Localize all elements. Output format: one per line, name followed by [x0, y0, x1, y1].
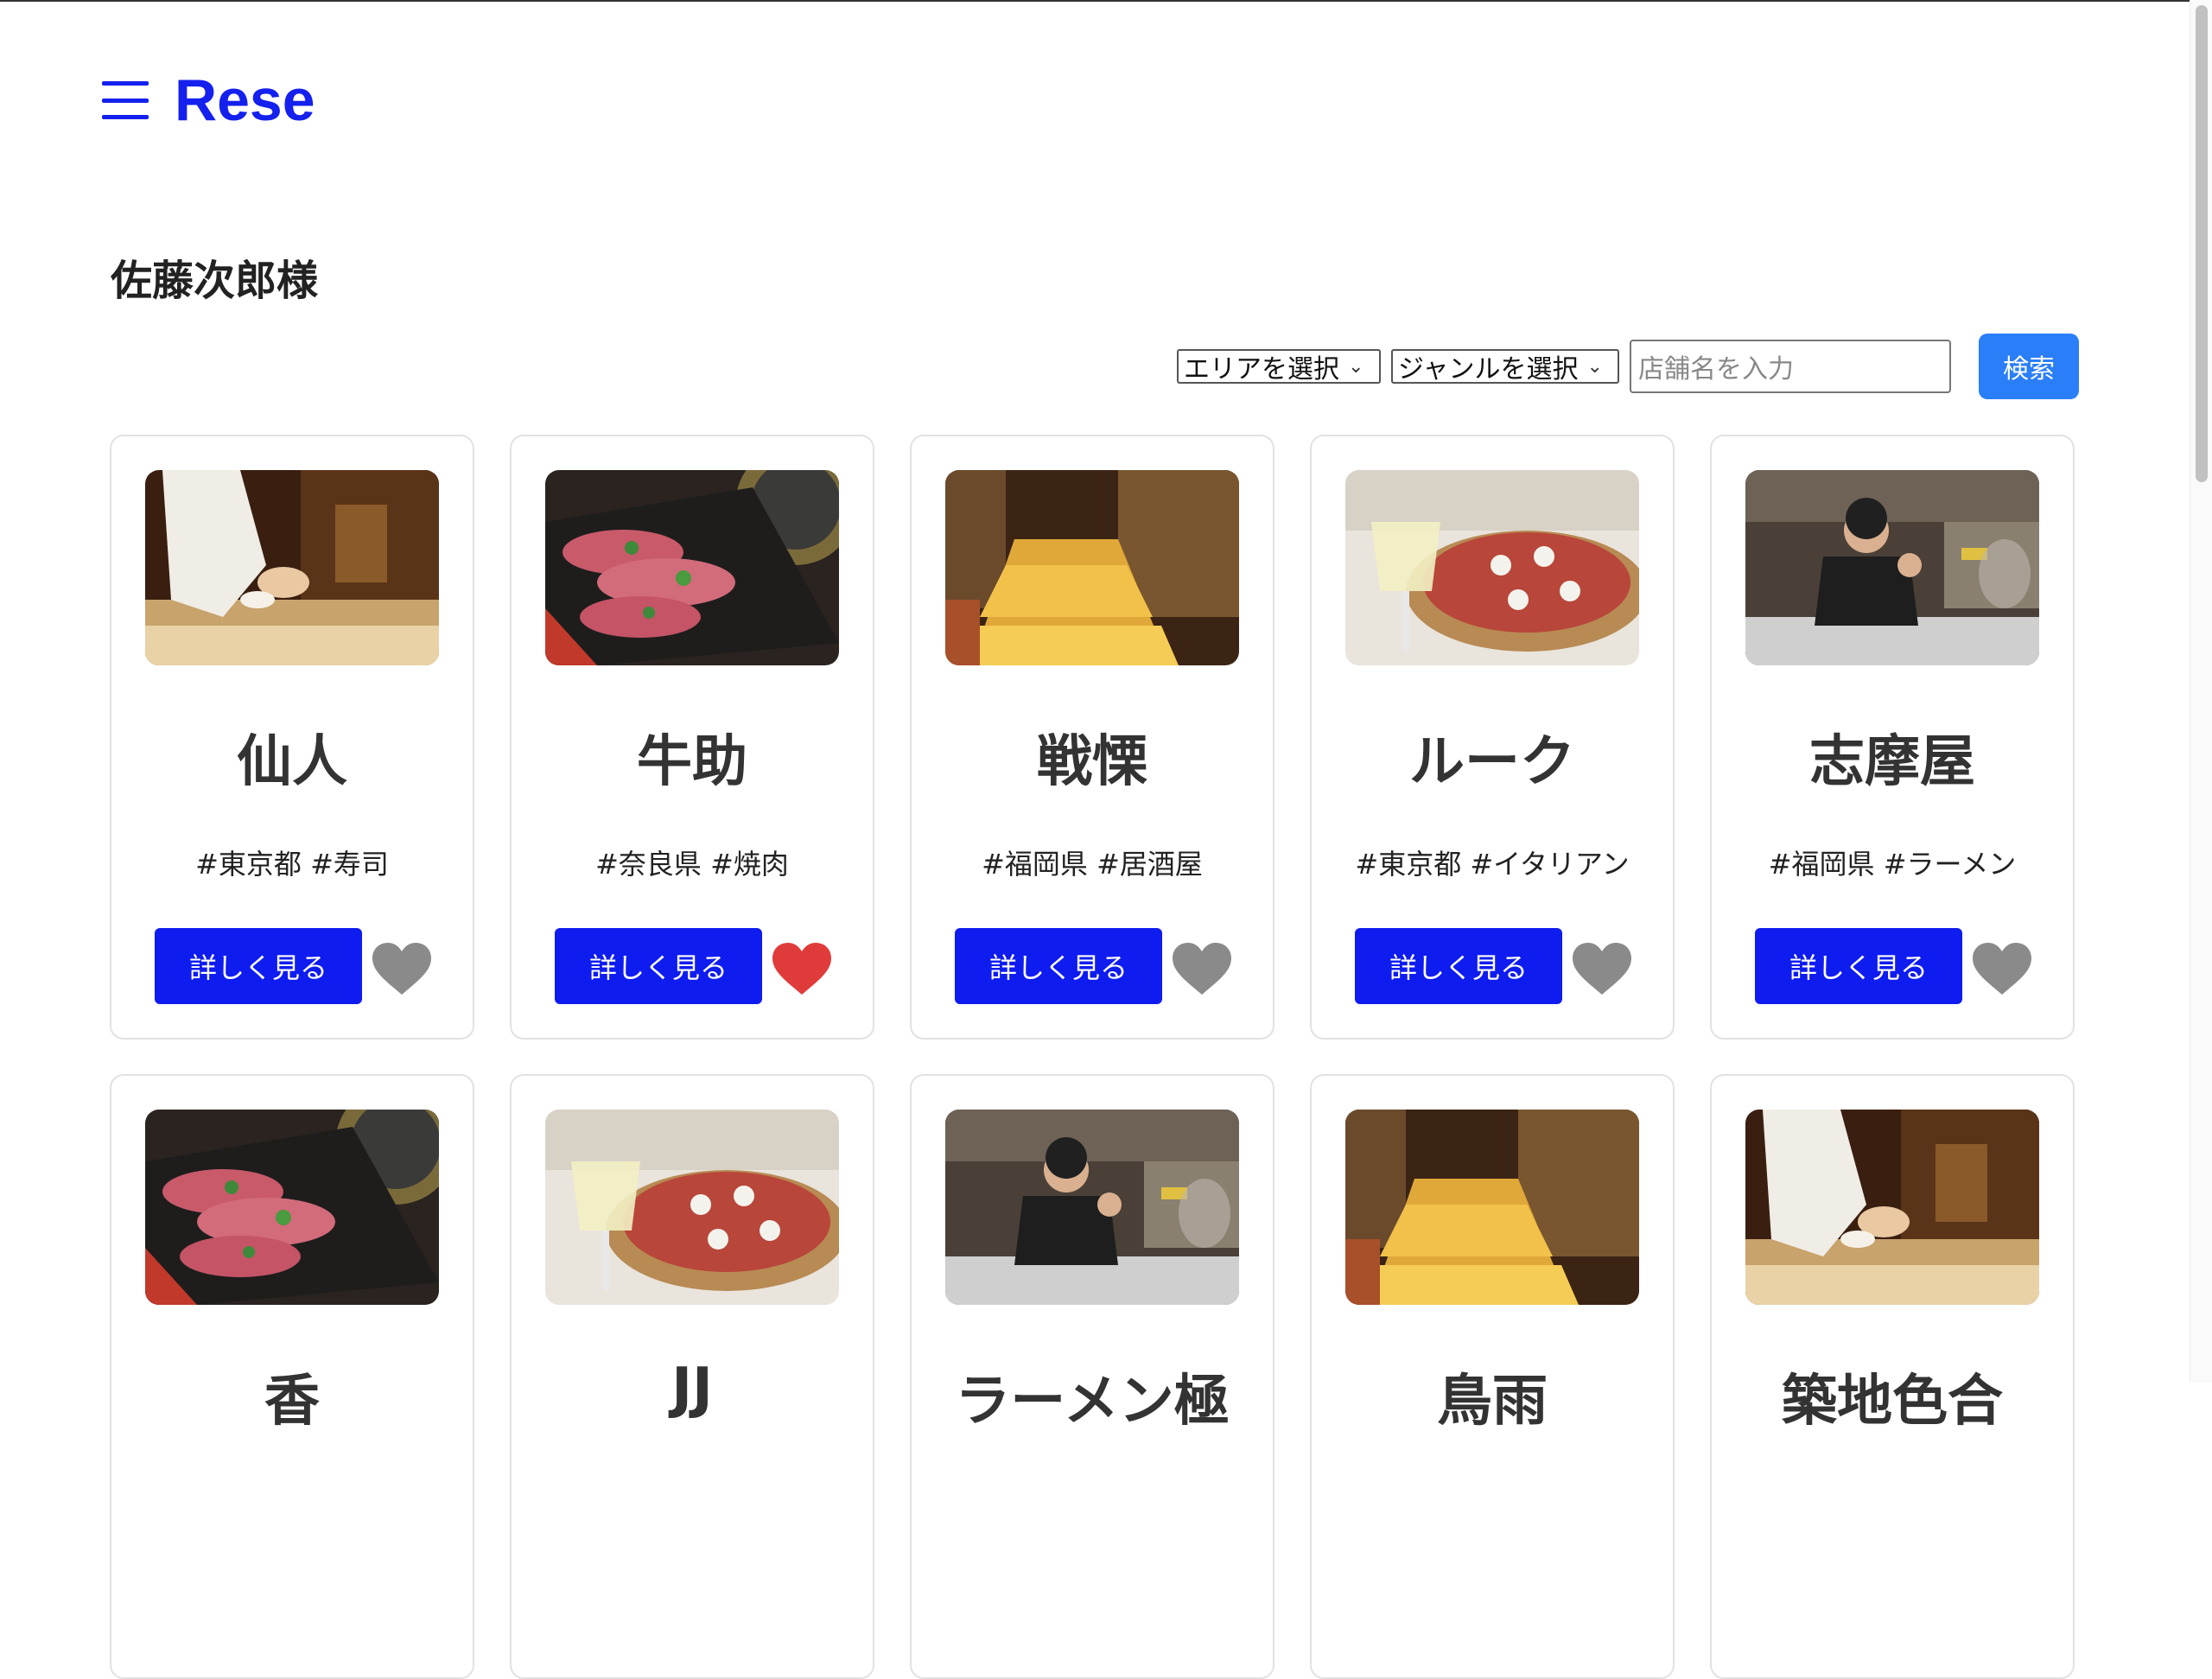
user-greeting: 佐藤次郎様	[111, 257, 319, 305]
favorite-heart-icon[interactable]	[771, 941, 833, 996]
favorite-heart-icon[interactable]	[1971, 941, 2033, 996]
shop-tags: #福岡県 #居酒屋	[982, 848, 1203, 881]
vertical-scrollbar[interactable]	[2190, 0, 2212, 1383]
shop-image	[145, 1110, 439, 1305]
shop-image	[1345, 1110, 1639, 1305]
shop-name: ルーク	[1409, 730, 1575, 794]
shop-detail-button[interactable]: 詳しく見る	[955, 928, 1162, 1004]
shop-image	[945, 1110, 1239, 1305]
shop-card: 牛助 #奈良県 #焼肉詳しく見る	[510, 435, 874, 1040]
area-select-label: エリアを選択	[1184, 354, 1339, 385]
page: Rese 佐藤次郎様 エリアを選択 ⌄ ジャンルを選択 ⌄ 店舗名を入力 検索 …	[0, 0, 2212, 1679]
shop-name: 牛助	[637, 730, 747, 794]
shop-card: 香	[110, 1074, 474, 1679]
genre-select-label: ジャンルを選択	[1398, 354, 1579, 385]
shop-image	[1745, 470, 2039, 665]
shop-name: 鳥雨	[1437, 1370, 1548, 1434]
shop-image	[945, 470, 1239, 665]
area-select[interactable]: エリアを選択 ⌄	[1177, 349, 1381, 385]
shop-name: 志摩屋	[1809, 730, 1975, 794]
shop-image	[545, 470, 839, 665]
shop-name: 香	[264, 1370, 320, 1434]
shop-image	[1345, 470, 1639, 665]
header: Rese	[102, 66, 315, 135]
shop-name: 戦慄	[1037, 730, 1147, 794]
search-button[interactable]: 検索	[1979, 334, 2079, 399]
chevron-down-icon: ⌄	[1586, 355, 1603, 378]
shop-name-search-input[interactable]: 店舗名を入力	[1630, 340, 1951, 393]
shop-card: 仙人 #東京都 #寿司詳しく見る	[110, 435, 474, 1040]
shop-image	[145, 470, 439, 665]
search-placeholder: 店舗名を入力	[1638, 354, 1794, 385]
hamburger-menu-icon[interactable]	[102, 81, 149, 119]
shop-image	[545, 1110, 839, 1305]
shop-card-grid: 仙人 #東京都 #寿司詳しく見る 牛助 #奈良県 #焼肉詳しく見る 戦慄 #福岡県 #…	[110, 435, 2075, 1679]
shop-detail-button[interactable]: 詳しく見る	[1755, 928, 1962, 1004]
shop-image	[1745, 1110, 2039, 1305]
shop-card: 戦慄 #福岡県 #居酒屋詳しく見る	[910, 435, 1274, 1040]
shop-name: 築地色合	[1782, 1370, 2003, 1434]
search-bar: エリアを選択 ⌄ ジャンルを選択 ⌄ 店舗名を入力 検索	[1177, 334, 2079, 399]
favorite-heart-icon[interactable]	[1571, 941, 1633, 996]
shop-card: 鳥雨	[1310, 1074, 1675, 1679]
app-logo[interactable]: Rese	[175, 66, 315, 135]
shop-tags: #東京都 #イタリアン	[1355, 848, 1630, 881]
window-top-border	[0, 0, 2212, 2]
shop-card: ラーメン極	[910, 1074, 1274, 1679]
genre-select[interactable]: ジャンルを選択 ⌄	[1391, 349, 1619, 385]
shop-tags: #福岡県 #ラーメン	[1768, 848, 2017, 881]
chevron-down-icon: ⌄	[1348, 355, 1364, 378]
shop-name: ラーメン極	[955, 1370, 1230, 1434]
shop-tags: #東京都 #寿司	[195, 848, 389, 881]
shop-detail-button[interactable]: 詳しく見る	[155, 928, 362, 1004]
shop-card: ルーク #東京都 #イタリアン詳しく見る	[1310, 435, 1675, 1040]
shop-card: JJ	[510, 1074, 874, 1679]
shop-detail-button[interactable]: 詳しく見る	[1355, 928, 1562, 1004]
shop-name: 仙人	[237, 730, 347, 794]
scrollbar-thumb[interactable]	[2196, 5, 2208, 482]
shop-detail-button[interactable]: 詳しく見る	[555, 928, 762, 1004]
shop-card: 築地色合	[1710, 1074, 2075, 1679]
shop-name: JJ	[671, 1357, 713, 1421]
favorite-heart-icon[interactable]	[1171, 941, 1233, 996]
favorite-heart-icon[interactable]	[371, 941, 433, 996]
shop-card: 志摩屋 #福岡県 #ラーメン詳しく見る	[1710, 435, 2075, 1040]
shop-tags: #奈良県 #焼肉	[595, 848, 789, 881]
